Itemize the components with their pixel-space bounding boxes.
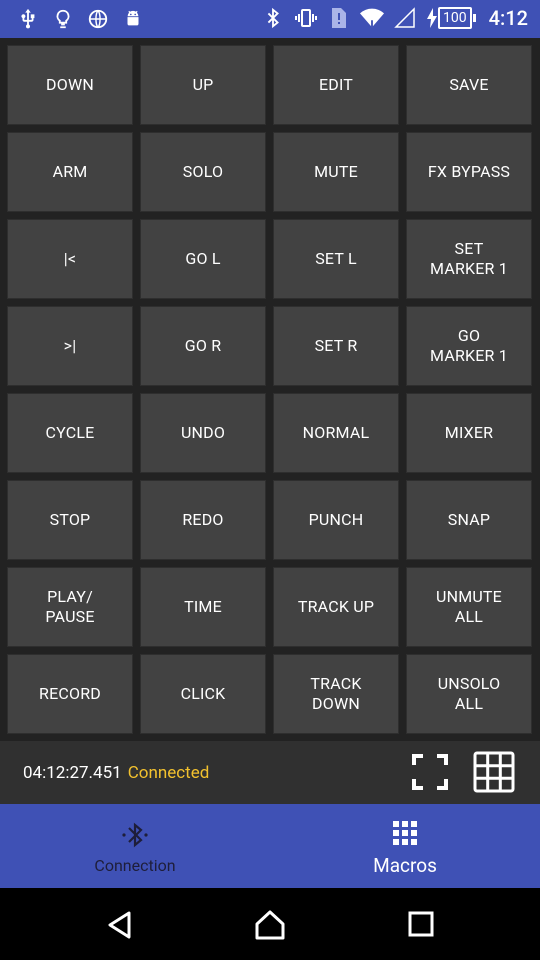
home-button[interactable] bbox=[255, 910, 285, 940]
macro-button-click[interactable]: CLICK bbox=[140, 654, 266, 734]
recents-button[interactable] bbox=[407, 910, 437, 940]
vibrate-icon bbox=[294, 6, 318, 30]
macro-button-snap[interactable]: SNAP bbox=[406, 480, 532, 560]
timecode: 04:12:27.451 bbox=[23, 763, 122, 783]
apps-grid-icon bbox=[391, 819, 419, 851]
status-clock: 4:12 bbox=[488, 6, 528, 30]
connection-status: Connected bbox=[127, 763, 210, 783]
macro-button-arm[interactable]: ARM bbox=[7, 132, 133, 212]
macro-button-fx-bypass[interactable]: FX BYPASS bbox=[406, 132, 532, 212]
macro-button-stop[interactable]: STOP bbox=[7, 480, 133, 560]
macro-button-macro-12[interactable]: >| bbox=[7, 306, 133, 386]
macro-grid: DOWN UP EDIT SAVE ARM SOLO MUTE FX BYPASS |< GO L… bbox=[7, 45, 532, 734]
battery-level: 100 bbox=[438, 7, 472, 29]
macro-button-set-marker-1[interactable]: SET MARKER 1 bbox=[406, 219, 532, 299]
lightbulb-icon bbox=[51, 7, 75, 31]
recents-icon bbox=[408, 911, 434, 937]
macro-button-go-marker-1[interactable]: GO MARKER 1 bbox=[406, 306, 532, 386]
bluetooth-icon bbox=[261, 6, 285, 30]
macro-button-save[interactable]: SAVE bbox=[406, 45, 532, 125]
macro-button-set-l[interactable]: SET L bbox=[273, 219, 399, 299]
macro-button-time[interactable]: TIME bbox=[140, 567, 266, 647]
sim-alert-icon bbox=[327, 6, 351, 30]
macro-button-normal[interactable]: NORMAL bbox=[273, 393, 399, 473]
macro-button-go-r[interactable]: GO R bbox=[140, 306, 266, 386]
status-bar: 100 4:12 bbox=[0, 0, 540, 38]
macro-button-redo[interactable]: REDO bbox=[140, 480, 266, 560]
grid-icon bbox=[473, 751, 515, 793]
tab-connection-label: Connection bbox=[94, 856, 176, 875]
fullscreen-button[interactable] bbox=[411, 753, 449, 791]
macro-button-solo[interactable]: SOLO bbox=[140, 132, 266, 212]
android-icon bbox=[121, 7, 145, 31]
bottom-navigation: Connection Macros bbox=[0, 804, 540, 888]
macro-button-cycle[interactable]: CYCLE bbox=[7, 393, 133, 473]
usb-icon bbox=[16, 7, 40, 31]
macro-button-track-up[interactable]: TRACK UP bbox=[273, 567, 399, 647]
macro-button-track-down[interactable]: TRACK DOWN bbox=[273, 654, 399, 734]
fullscreen-icon bbox=[412, 754, 448, 790]
macro-button-go-l[interactable]: GO L bbox=[140, 219, 266, 299]
macro-button-up[interactable]: UP bbox=[140, 45, 266, 125]
globe-icon bbox=[86, 7, 110, 31]
macro-button-unmute-all[interactable]: UNMUTE ALL bbox=[406, 567, 532, 647]
macro-button-edit[interactable]: EDIT bbox=[273, 45, 399, 125]
home-icon bbox=[255, 910, 285, 940]
macro-button-punch[interactable]: PUNCH bbox=[273, 480, 399, 560]
macro-button-mixer[interactable]: MIXER bbox=[406, 393, 532, 473]
macro-button-undo[interactable]: UNDO bbox=[140, 393, 266, 473]
macro-button-mute[interactable]: MUTE bbox=[273, 132, 399, 212]
macro-button-down[interactable]: DOWN bbox=[7, 45, 133, 125]
macro-button-play-pause[interactable]: PLAY/ PAUSE bbox=[7, 567, 133, 647]
back-button[interactable] bbox=[105, 910, 135, 940]
macro-button-macro-8[interactable]: |< bbox=[7, 219, 133, 299]
grid-view-button[interactable] bbox=[473, 751, 515, 793]
back-icon bbox=[108, 911, 131, 939]
tab-macros[interactable]: Macros bbox=[270, 804, 540, 888]
macro-button-unsolo-all[interactable]: UNSOLO ALL bbox=[406, 654, 532, 734]
tab-connection[interactable]: Connection bbox=[0, 804, 270, 888]
macro-button-set-r[interactable]: SET R bbox=[273, 306, 399, 386]
charging-icon bbox=[427, 8, 438, 28]
tab-macros-label: Macros bbox=[373, 854, 437, 877]
macro-button-record[interactable]: RECORD bbox=[7, 654, 133, 734]
signal-icon bbox=[393, 6, 417, 30]
bluetooth-icon bbox=[120, 819, 150, 855]
wifi-icon bbox=[360, 6, 385, 30]
battery-indicator: 100 bbox=[426, 7, 476, 29]
system-navigation-bar bbox=[0, 888, 540, 960]
info-bar: 04:12:27.451 Connected bbox=[0, 741, 540, 804]
